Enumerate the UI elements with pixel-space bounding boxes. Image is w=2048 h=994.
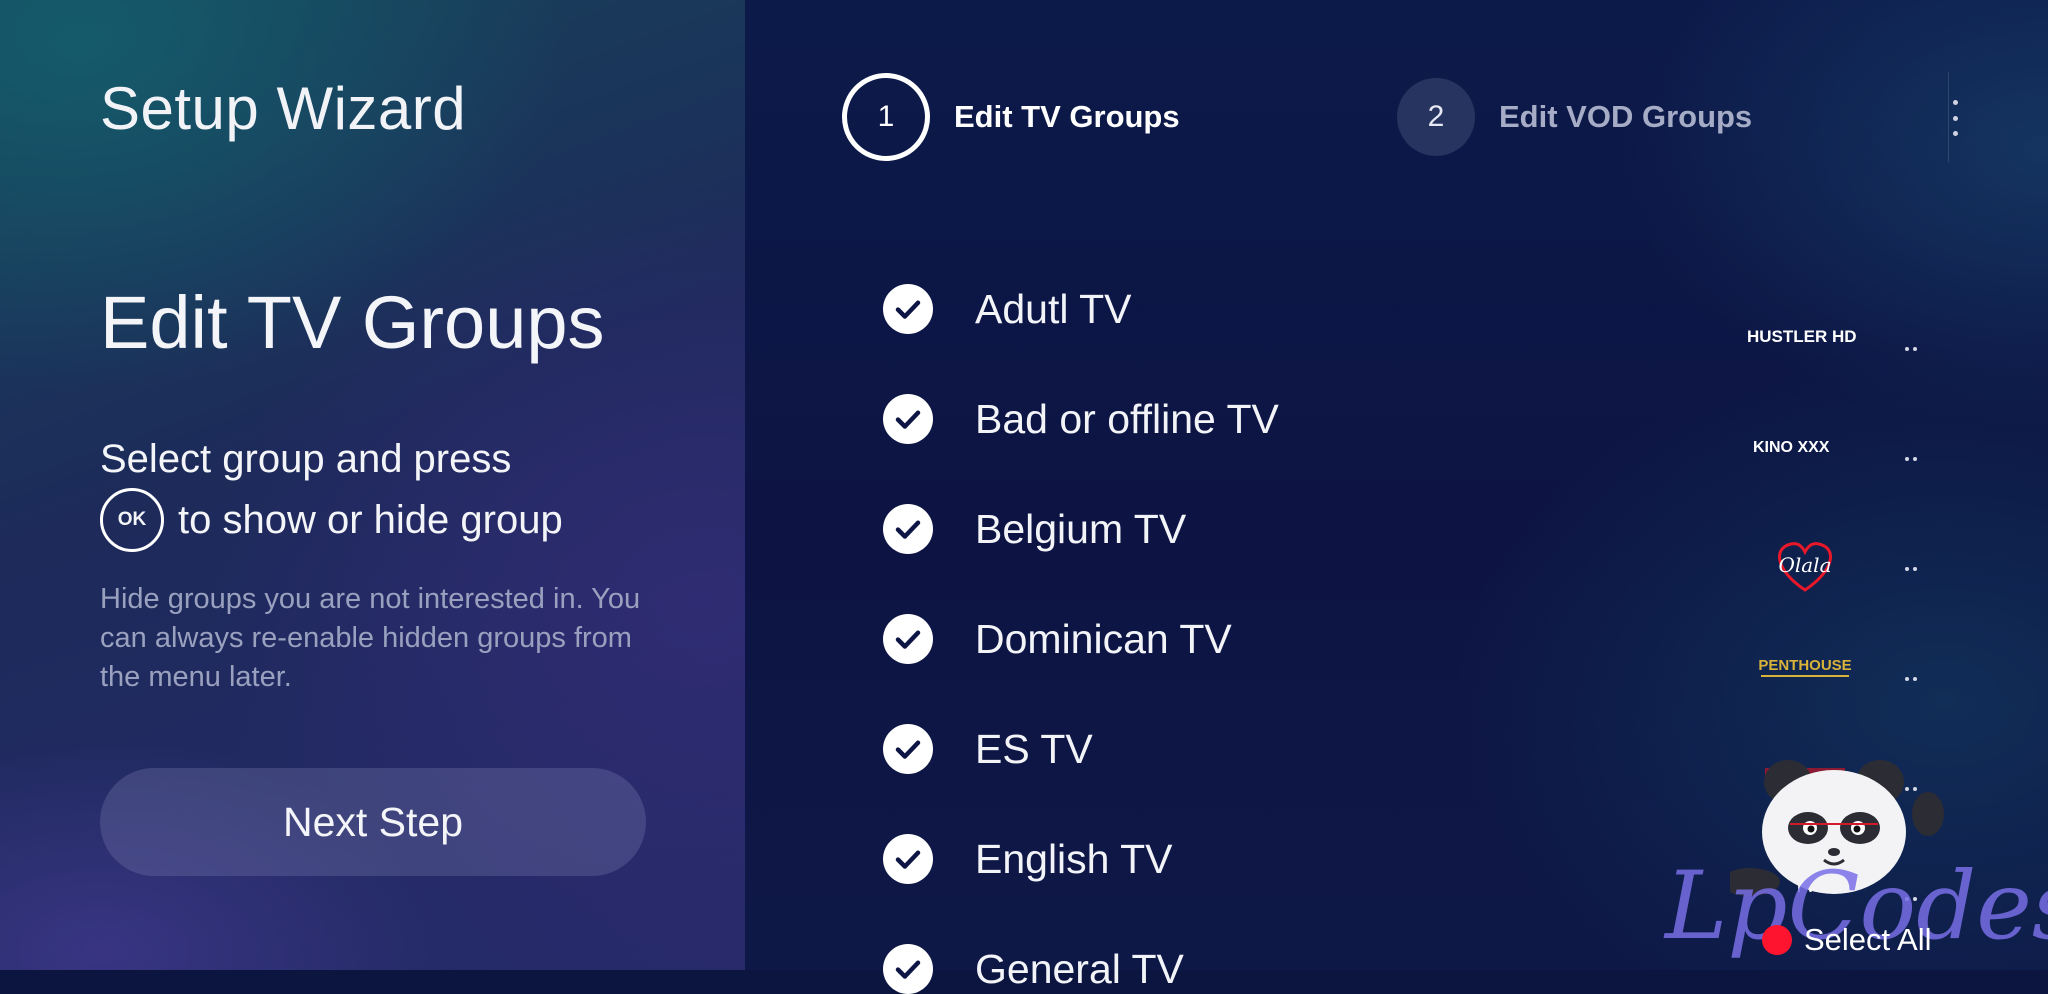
- step-2[interactable]: 2 Edit VOD Groups: [1397, 78, 1752, 156]
- instruction-line-1: Select group and press: [100, 437, 512, 481]
- ok-button-icon: OK: [100, 488, 164, 552]
- group-row[interactable]: Dominican TV: [883, 614, 1232, 664]
- row-more-icon[interactable]: [1905, 457, 1917, 461]
- check-icon: [883, 614, 933, 664]
- group-row[interactable]: Belgium TV: [883, 504, 1186, 554]
- channel-logo: KINO XXX: [1745, 426, 1865, 466]
- kino-logo-text: KINO XXX: [1753, 439, 1830, 456]
- hustler-logo-text: HUSTLER HD: [1747, 327, 1857, 346]
- more-menu-icon[interactable]: [1945, 100, 1965, 136]
- select-all-button[interactable]: Select All: [1762, 922, 1932, 958]
- next-step-button[interactable]: Next Step: [100, 768, 646, 876]
- group-name: Adutl TV: [975, 285, 1132, 332]
- group-row[interactable]: English TV: [883, 834, 1173, 884]
- check-icon: [883, 834, 933, 884]
- instructions: Select group and press OK to show or hid…: [100, 432, 563, 552]
- step-2-number: 2: [1397, 78, 1475, 156]
- group-row[interactable]: Adutl TV: [883, 284, 1132, 334]
- step-2-label: Edit VOD Groups: [1499, 99, 1753, 134]
- check-icon: [883, 394, 933, 444]
- select-all-label: Select All: [1804, 922, 1932, 957]
- step-1-label: Edit TV Groups: [954, 99, 1180, 134]
- channel-logo: Olala: [1745, 534, 1865, 594]
- hint-text: Hide groups you are not interested in. Y…: [100, 583, 641, 693]
- group-name: ES TV: [975, 725, 1093, 772]
- group-name: General TV: [975, 945, 1184, 992]
- left-panel: Setup Wizard Edit TV Groups Select group…: [0, 0, 745, 970]
- group-row[interactable]: General TV: [883, 944, 1184, 994]
- group-name: Dominican TV: [975, 615, 1232, 662]
- row-more-icon[interactable]: [1905, 567, 1917, 571]
- check-icon: [883, 284, 933, 334]
- row-more-icon[interactable]: [1905, 347, 1917, 351]
- group-name: Bad or offline TV: [975, 395, 1279, 442]
- step-heading: Edit TV Groups: [100, 281, 605, 364]
- app-title: Setup Wizard: [100, 75, 467, 142]
- check-icon: [883, 504, 933, 554]
- instruction-line-2-row: OK to show or hide group: [100, 488, 563, 552]
- group-name: English TV: [975, 835, 1173, 882]
- group-row[interactable]: ES TV: [883, 724, 1093, 774]
- channel-logo: HUSTLER HD: [1745, 316, 1865, 356]
- step-1[interactable]: 1 Edit TV Groups: [842, 73, 1180, 161]
- instruction-line-2: to show or hide group: [178, 498, 563, 542]
- step-1-number: 1: [842, 73, 930, 161]
- group-name: Belgium TV: [975, 505, 1187, 552]
- check-icon: [883, 724, 933, 774]
- channel-logo: PENTHOUSE: [1745, 646, 1865, 686]
- group-row[interactable]: Bad or offline TV: [883, 394, 1279, 444]
- penthouse-logo-text: PENTHOUSE: [1758, 657, 1851, 674]
- row-more-icon[interactable]: [1905, 677, 1917, 681]
- check-icon: [883, 944, 933, 994]
- olala-logo-text: Olala: [1778, 553, 1831, 577]
- record-dot-icon: [1762, 925, 1792, 955]
